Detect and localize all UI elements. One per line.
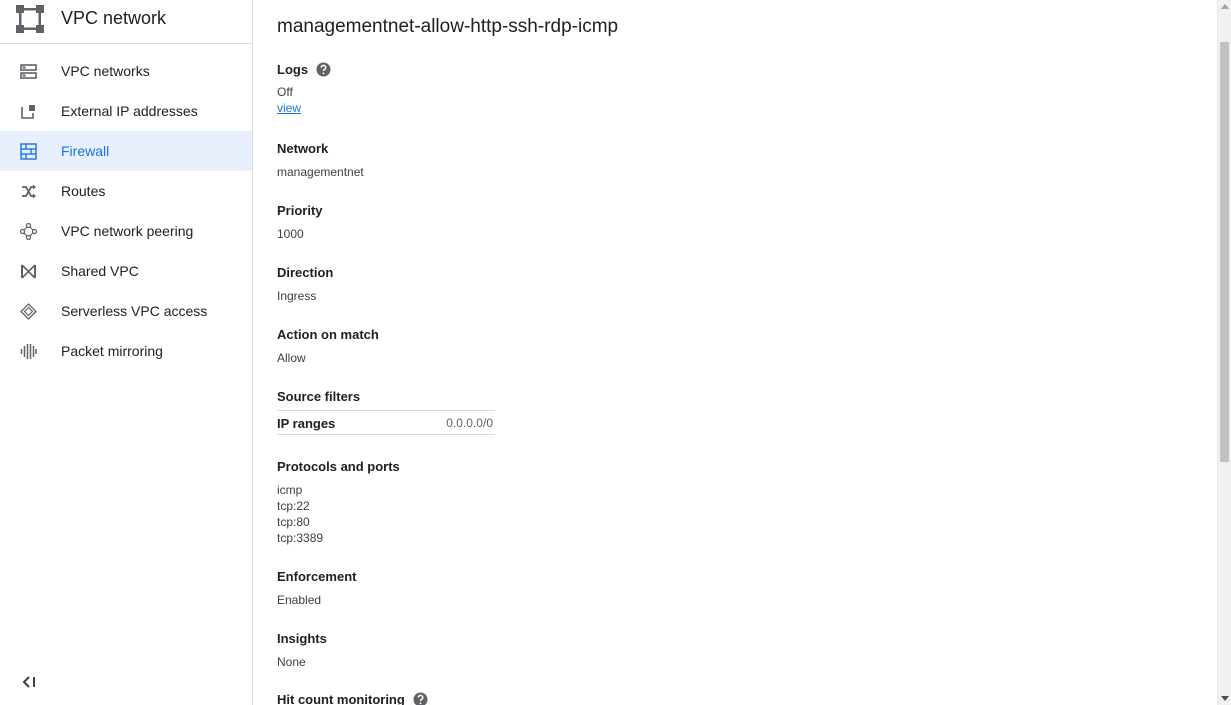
insights-section: Insights None bbox=[277, 631, 327, 670]
insights-value: None bbox=[277, 655, 306, 669]
sidebar-item-serverless-vpc[interactable]: Serverless VPC access bbox=[0, 291, 252, 331]
protocols-list: icmp tcp:22 tcp:80 tcp:3389 bbox=[277, 482, 400, 546]
sidebar-item-label: VPC network peering bbox=[61, 223, 194, 239]
vertical-scrollbar[interactable] bbox=[1217, 0, 1231, 705]
scroll-down-arrow-icon[interactable] bbox=[1221, 696, 1229, 701]
sidebar-item-label: Routes bbox=[61, 183, 106, 199]
enforcement-value: Enabled bbox=[277, 593, 322, 607]
sidebar-item-routes[interactable]: Routes bbox=[0, 171, 252, 211]
action-label: Action on match bbox=[277, 327, 379, 342]
product-title: VPC network bbox=[61, 8, 167, 28]
sidebar-item-label: Serverless VPC access bbox=[61, 303, 208, 319]
priority-label: Priority bbox=[277, 203, 323, 218]
list-item: tcp:3389 bbox=[277, 531, 324, 545]
vpc-networks-icon bbox=[20, 64, 37, 79]
enforcement-section: Enforcement Enabled bbox=[277, 569, 356, 608]
action-section: Action on match Allow bbox=[277, 327, 379, 366]
ip-ranges-value: 0.0.0.0/0 bbox=[446, 416, 493, 430]
packet-mirroring-icon bbox=[20, 344, 37, 359]
sidebar-item-label: Shared VPC bbox=[61, 263, 139, 279]
list-item: tcp:22 bbox=[277, 499, 310, 513]
ip-ranges-key: IP ranges bbox=[277, 416, 336, 431]
view-logs-link[interactable]: view bbox=[277, 100, 331, 116]
sidebar-item-label: Firewall bbox=[61, 143, 110, 159]
priority-section: Priority 1000 bbox=[277, 203, 323, 242]
page-title: managementnet-allow-http-ssh-rdp-icmp bbox=[277, 16, 619, 37]
sidebar-nav: VPC networks External IP addresses Firew… bbox=[0, 51, 252, 371]
scroll-up-arrow-icon[interactable] bbox=[1221, 4, 1229, 9]
network-section: Network managementnet bbox=[277, 141, 364, 180]
sidebar-item-label: Packet mirroring bbox=[61, 343, 163, 359]
logs-label: Logs bbox=[277, 62, 309, 77]
sidebar-item-firewall[interactable]: Firewall bbox=[0, 131, 252, 171]
protocols-section: Protocols and ports icmp tcp:22 tcp:80 t… bbox=[277, 459, 400, 546]
network-value: managementnet bbox=[277, 165, 364, 179]
priority-value: 1000 bbox=[277, 227, 304, 241]
action-value: Allow bbox=[277, 351, 306, 365]
source-filters-section: Source filters IP ranges 0.0.0.0/0 bbox=[277, 389, 495, 435]
external-ip-icon bbox=[21, 105, 35, 119]
hit-count-section: Hit count monitoring bbox=[277, 692, 428, 705]
sidebar-header: VPC network bbox=[0, 0, 252, 44]
sidebar-item-vpc-peering[interactable]: VPC network peering bbox=[0, 211, 252, 251]
sidebar-item-vpc-networks[interactable]: VPC networks bbox=[0, 51, 252, 91]
insights-label: Insights bbox=[277, 631, 327, 646]
logs-section: Logs Off view bbox=[277, 62, 331, 116]
hit-count-label: Hit count monitoring bbox=[277, 692, 405, 705]
collapse-sidebar-icon[interactable] bbox=[20, 673, 38, 691]
main-content: managementnet-allow-http-ssh-rdp-icmp Lo… bbox=[253, 0, 1218, 705]
scrollbar-thumb[interactable] bbox=[1220, 42, 1229, 462]
protocols-label: Protocols and ports bbox=[277, 459, 400, 474]
direction-value: Ingress bbox=[277, 289, 317, 303]
shared-vpc-icon bbox=[21, 264, 36, 279]
direction-label: Direction bbox=[277, 265, 334, 280]
help-icon[interactable] bbox=[316, 62, 331, 77]
sidebar: VPC network VPC networks External IP add… bbox=[0, 0, 253, 705]
logs-value: Off bbox=[277, 85, 293, 99]
sidebar-item-packet-mirroring[interactable]: Packet mirroring bbox=[0, 331, 252, 371]
sidebar-item-label: VPC networks bbox=[61, 63, 150, 79]
peering-icon bbox=[20, 223, 37, 240]
firewall-icon bbox=[20, 143, 37, 160]
source-filters-table: IP ranges 0.0.0.0/0 bbox=[277, 410, 495, 435]
routes-icon bbox=[22, 184, 36, 199]
source-filters-label: Source filters bbox=[277, 389, 361, 404]
list-item: icmp bbox=[277, 483, 303, 497]
network-label: Network bbox=[277, 141, 329, 156]
help-icon[interactable] bbox=[413, 692, 428, 705]
list-item: tcp:80 bbox=[277, 515, 310, 529]
serverless-icon bbox=[20, 303, 37, 320]
vpc-network-logo-icon bbox=[16, 5, 44, 33]
sidebar-item-shared-vpc[interactable]: Shared VPC bbox=[0, 251, 252, 291]
sidebar-item-external-ip[interactable]: External IP addresses bbox=[0, 91, 252, 131]
direction-section: Direction Ingress bbox=[277, 265, 333, 304]
enforcement-label: Enforcement bbox=[277, 569, 357, 584]
sidebar-item-label: External IP addresses bbox=[61, 103, 198, 119]
